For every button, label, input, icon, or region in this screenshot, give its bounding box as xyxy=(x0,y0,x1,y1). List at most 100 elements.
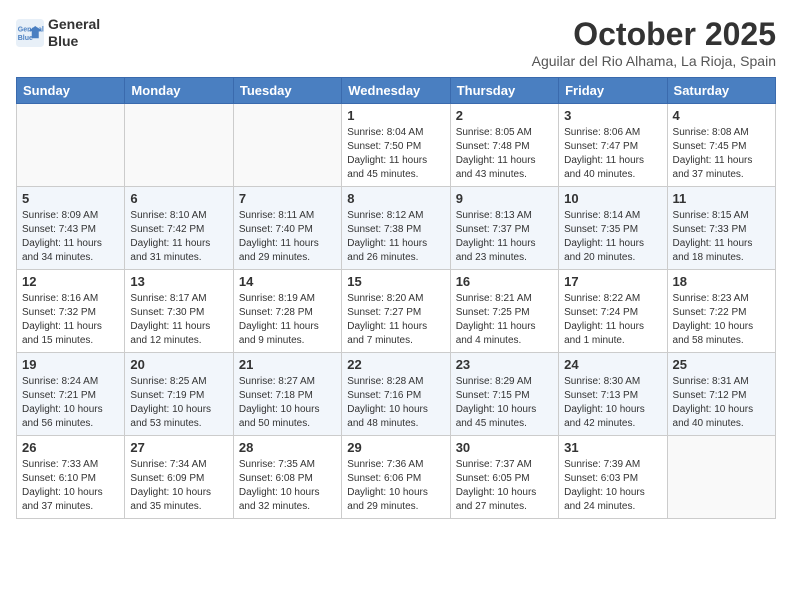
day-detail: Sunrise: 8:09 AM Sunset: 7:43 PM Dayligh… xyxy=(22,209,119,265)
day-detail: Sunrise: 8:19 AM Sunset: 7:28 PM Dayligh… xyxy=(239,292,336,348)
calendar-cell: 30Sunrise: 7:37 AM Sunset: 6:05 PM Dayli… xyxy=(450,436,558,519)
logo: General Blue General Blue xyxy=(16,16,100,50)
day-detail: Sunrise: 7:34 AM Sunset: 6:09 PM Dayligh… xyxy=(130,458,227,514)
location-title: Aguilar del Rio Alhama, La Rioja, Spain xyxy=(532,53,776,69)
col-tuesday: Tuesday xyxy=(233,78,341,104)
calendar-cell xyxy=(125,104,233,187)
calendar-cell: 25Sunrise: 8:31 AM Sunset: 7:12 PM Dayli… xyxy=(667,353,775,436)
calendar-cell: 16 Sunrise: 8:21 AM Sunset: 7:25 PM Dayli… xyxy=(450,270,558,353)
day-number: 7 xyxy=(239,191,336,206)
col-thursday: Thursday xyxy=(450,78,558,104)
calendar-cell: 17 Sunrise: 8:22 AM Sunset: 7:24 PM Dayli… xyxy=(559,270,667,353)
calendar-cell: 12Sunrise: 8:16 AM Sunset: 7:32 PM Dayli… xyxy=(17,270,125,353)
logo-icon: General Blue xyxy=(16,19,44,47)
calendar-cell: 27 Sunrise: 7:34 AM Sunset: 6:09 PM Dayli… xyxy=(125,436,233,519)
day-number: 21 xyxy=(239,357,336,372)
day-detail: Sunrise: 8:17 AM Sunset: 7:30 PM Dayligh… xyxy=(130,292,227,348)
week-row-3: 12Sunrise: 8:16 AM Sunset: 7:32 PM Dayli… xyxy=(17,270,776,353)
col-wednesday: Wednesday xyxy=(342,78,450,104)
calendar-cell: 18 Sunrise: 8:23 AM Sunset: 7:22 PM Dayli… xyxy=(667,270,775,353)
day-number: 18 xyxy=(673,274,770,289)
day-detail: Sunrise: 8:22 AM Sunset: 7:24 PM Dayligh… xyxy=(564,292,661,348)
logo-text: General Blue xyxy=(48,16,100,50)
day-detail: Sunrise: 8:05 AM Sunset: 7:48 PM Dayligh… xyxy=(456,126,553,182)
calendar-cell xyxy=(17,104,125,187)
calendar-cell: 28Sunrise: 7:35 AM Sunset: 6:08 PM Dayli… xyxy=(233,436,341,519)
day-number: 20 xyxy=(130,357,227,372)
calendar-cell: 10 Sunrise: 8:14 AM Sunset: 7:35 PM Dayli… xyxy=(559,187,667,270)
calendar-cell: 23 Sunrise: 8:29 AM Sunset: 7:15 PM Dayli… xyxy=(450,353,558,436)
day-detail: Sunrise: 8:15 AM Sunset: 7:33 PM Dayligh… xyxy=(673,209,770,265)
col-monday: Monday xyxy=(125,78,233,104)
col-friday: Friday xyxy=(559,78,667,104)
day-number: 15 xyxy=(347,274,444,289)
day-number: 17 xyxy=(564,274,661,289)
day-number: 31 xyxy=(564,440,661,455)
day-number: 19 xyxy=(22,357,119,372)
calendar-cell: 22 Sunrise: 8:28 AM Sunset: 7:16 PM Dayli… xyxy=(342,353,450,436)
day-number: 2 xyxy=(456,108,553,123)
day-number: 26 xyxy=(22,440,119,455)
calendar-cell: 31 Sunrise: 7:39 AM Sunset: 6:03 PM Dayli… xyxy=(559,436,667,519)
day-detail: Sunrise: 8:23 AM Sunset: 7:22 PM Dayligh… xyxy=(673,292,770,348)
day-number: 10 xyxy=(564,191,661,206)
day-detail: Sunrise: 8:29 AM Sunset: 7:15 PM Dayligh… xyxy=(456,375,553,431)
calendar-cell: 7 Sunrise: 8:11 AM Sunset: 7:40 PM Daylig… xyxy=(233,187,341,270)
day-detail: Sunrise: 8:12 AM Sunset: 7:38 PM Dayligh… xyxy=(347,209,444,265)
day-number: 3 xyxy=(564,108,661,123)
calendar-cell: 5 Sunrise: 8:09 AM Sunset: 7:43 PM Daylig… xyxy=(17,187,125,270)
day-number: 9 xyxy=(456,191,553,206)
day-number: 5 xyxy=(22,191,119,206)
calendar-cell: 15 Sunrise: 8:20 AM Sunset: 7:27 PM Dayli… xyxy=(342,270,450,353)
day-number: 29 xyxy=(347,440,444,455)
day-number: 12 xyxy=(22,274,119,289)
day-number: 25 xyxy=(673,357,770,372)
calendar-cell: 1Sunrise: 8:04 AM Sunset: 7:50 PM Daylig… xyxy=(342,104,450,187)
col-saturday: Saturday xyxy=(667,78,775,104)
calendar-cell: 2 Sunrise: 8:05 AM Sunset: 7:48 PM Daylig… xyxy=(450,104,558,187)
day-detail: Sunrise: 7:35 AM Sunset: 6:08 PM Dayligh… xyxy=(239,458,336,514)
day-number: 22 xyxy=(347,357,444,372)
day-number: 1 xyxy=(347,108,444,123)
day-detail: Sunrise: 8:14 AM Sunset: 7:35 PM Dayligh… xyxy=(564,209,661,265)
day-detail: Sunrise: 8:24 AM Sunset: 7:21 PM Dayligh… xyxy=(22,375,119,431)
calendar-cell: 4 Sunrise: 8:08 AM Sunset: 7:45 PM Daylig… xyxy=(667,104,775,187)
day-number: 8 xyxy=(347,191,444,206)
day-number: 16 xyxy=(456,274,553,289)
day-number: 11 xyxy=(673,191,770,206)
calendar-body: 1Sunrise: 8:04 AM Sunset: 7:50 PM Daylig… xyxy=(17,104,776,519)
day-number: 27 xyxy=(130,440,227,455)
day-detail: Sunrise: 7:39 AM Sunset: 6:03 PM Dayligh… xyxy=(564,458,661,514)
calendar-cell: 26Sunrise: 7:33 AM Sunset: 6:10 PM Dayli… xyxy=(17,436,125,519)
week-row-2: 5 Sunrise: 8:09 AM Sunset: 7:43 PM Daylig… xyxy=(17,187,776,270)
calendar-cell xyxy=(233,104,341,187)
calendar-cell: 20Sunrise: 8:25 AM Sunset: 7:19 PM Dayli… xyxy=(125,353,233,436)
day-number: 24 xyxy=(564,357,661,372)
calendar-cell: 14 Sunrise: 8:19 AM Sunset: 7:28 PM Dayli… xyxy=(233,270,341,353)
calendar-cell xyxy=(667,436,775,519)
month-title: October 2025 xyxy=(532,16,776,53)
calendar-cell: 3Sunrise: 8:06 AM Sunset: 7:47 PM Daylig… xyxy=(559,104,667,187)
week-row-4: 19 Sunrise: 8:24 AM Sunset: 7:21 PM Dayli… xyxy=(17,353,776,436)
calendar: Sunday Monday Tuesday Wednesday Thursday… xyxy=(16,77,776,519)
week-row-1: 1Sunrise: 8:04 AM Sunset: 7:50 PM Daylig… xyxy=(17,104,776,187)
calendar-cell: 9 Sunrise: 8:13 AM Sunset: 7:37 PM Daylig… xyxy=(450,187,558,270)
day-detail: Sunrise: 8:21 AM Sunset: 7:25 PM Dayligh… xyxy=(456,292,553,348)
day-detail: Sunrise: 8:30 AM Sunset: 7:13 PM Dayligh… xyxy=(564,375,661,431)
day-detail: Sunrise: 7:36 AM Sunset: 6:06 PM Dayligh… xyxy=(347,458,444,514)
calendar-cell: 19 Sunrise: 8:24 AM Sunset: 7:21 PM Dayli… xyxy=(17,353,125,436)
day-detail: Sunrise: 8:13 AM Sunset: 7:37 PM Dayligh… xyxy=(456,209,553,265)
day-detail: Sunrise: 8:11 AM Sunset: 7:40 PM Dayligh… xyxy=(239,209,336,265)
day-detail: Sunrise: 8:27 AM Sunset: 7:18 PM Dayligh… xyxy=(239,375,336,431)
calendar-cell: 24 Sunrise: 8:30 AM Sunset: 7:13 PM Dayli… xyxy=(559,353,667,436)
day-detail: Sunrise: 8:20 AM Sunset: 7:27 PM Dayligh… xyxy=(347,292,444,348)
day-detail: Sunrise: 8:28 AM Sunset: 7:16 PM Dayligh… xyxy=(347,375,444,431)
day-number: 23 xyxy=(456,357,553,372)
svg-text:Blue: Blue xyxy=(18,35,33,42)
day-number: 14 xyxy=(239,274,336,289)
day-detail: Sunrise: 8:08 AM Sunset: 7:45 PM Dayligh… xyxy=(673,126,770,182)
week-row-5: 26Sunrise: 7:33 AM Sunset: 6:10 PM Dayli… xyxy=(17,436,776,519)
day-number: 4 xyxy=(673,108,770,123)
day-number: 13 xyxy=(130,274,227,289)
col-sunday: Sunday xyxy=(17,78,125,104)
